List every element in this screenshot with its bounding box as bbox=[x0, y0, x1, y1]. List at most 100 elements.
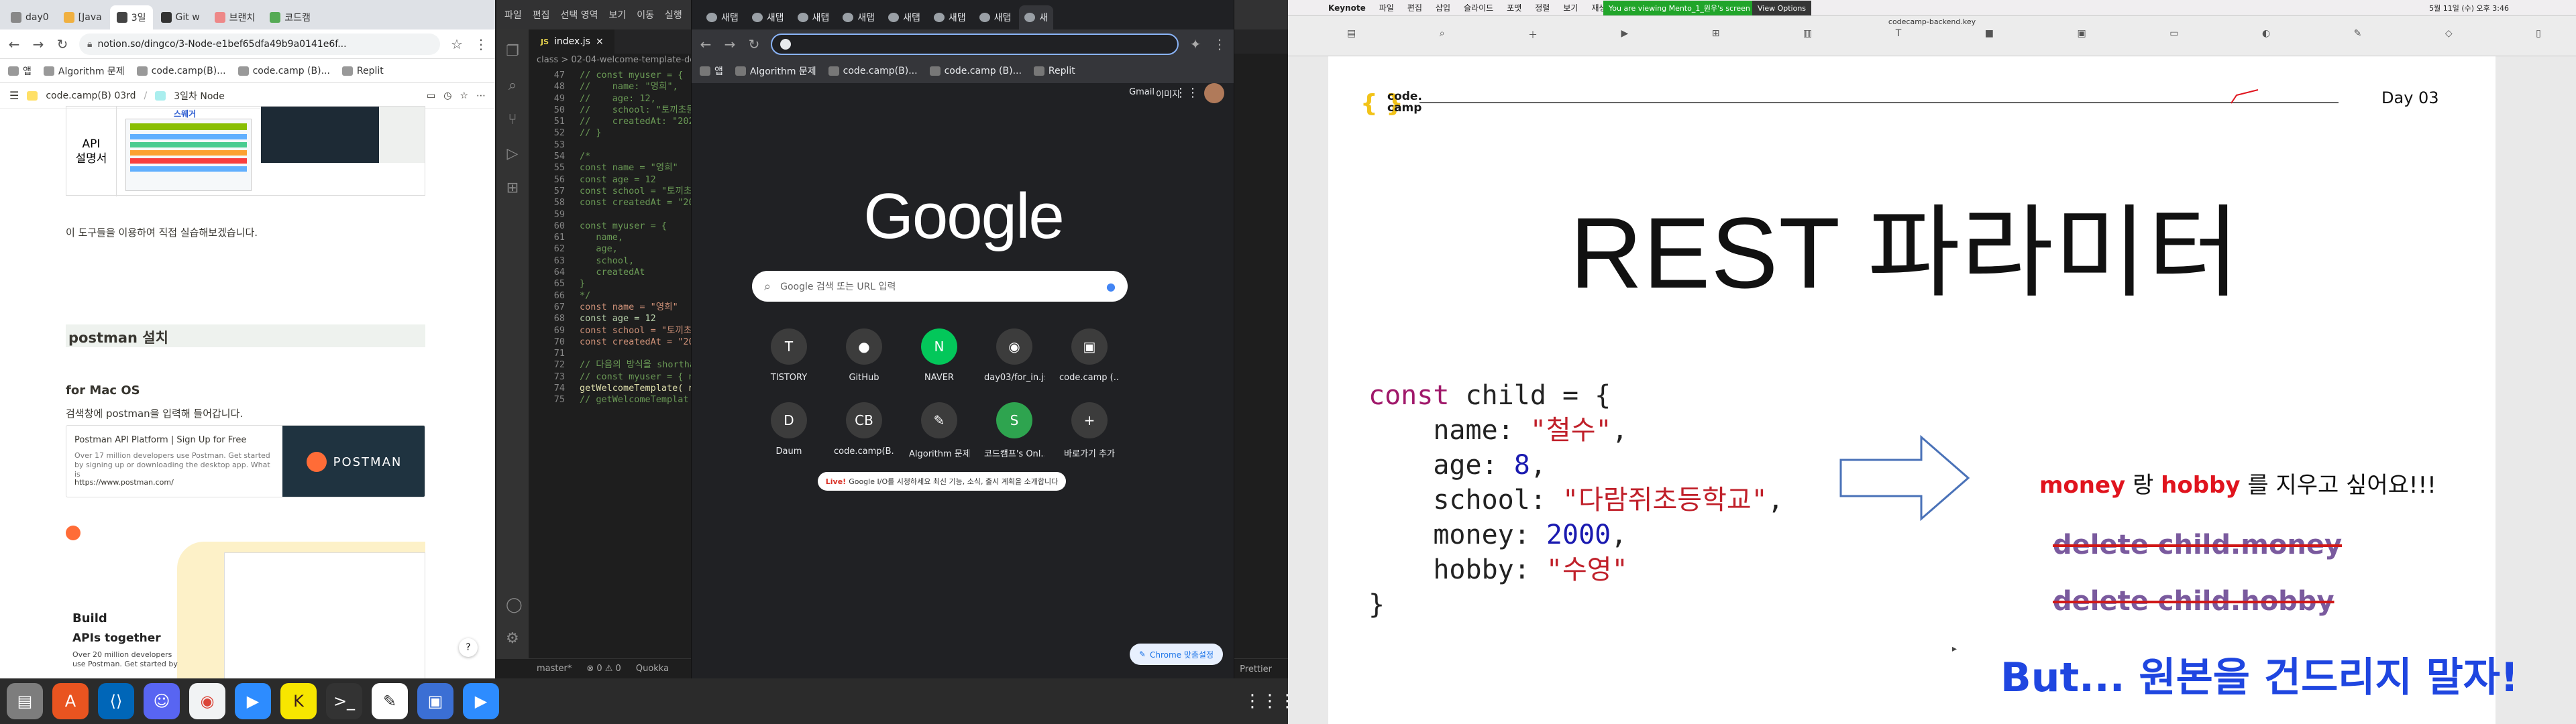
mic-icon[interactable]: ● bbox=[1106, 280, 1116, 293]
browser-tab[interactable]: 코드캠 bbox=[263, 5, 317, 29]
run-icon[interactable]: ▷ bbox=[507, 145, 519, 162]
document-icon[interactable]: ▯ bbox=[2536, 28, 2541, 52]
shortcut-tile[interactable]: N NAVER bbox=[909, 328, 969, 383]
chart-icon[interactable]: ▥ bbox=[1803, 28, 1812, 52]
browser-tab[interactable]: day0 bbox=[4, 5, 56, 29]
play-icon[interactable]: ▶ bbox=[1621, 28, 1629, 52]
menubar-item[interactable]: 삽입 bbox=[1436, 2, 1450, 13]
comment-icon[interactable]: ▭ bbox=[2169, 28, 2178, 52]
explorer-icon[interactable]: ❐ bbox=[506, 43, 519, 60]
collab-icon[interactable]: ◐ bbox=[2262, 28, 2270, 52]
reload-icon[interactable]: ↻ bbox=[55, 36, 70, 52]
browser-tab[interactable]: 새탭 bbox=[701, 5, 744, 29]
problems-status[interactable]: ⊗ 0 ⚠ 0 bbox=[586, 664, 621, 674]
breadcrumb-page[interactable]: 3일차 Node bbox=[174, 89, 225, 103]
code-editor[interactable]: 47 // const myuser = {48 // name: "영희", 49 /… bbox=[530, 70, 717, 406]
url-input[interactable]: 🔒︎ notion.so/dingco/3-Node-e1bef65dfa49b… bbox=[79, 33, 440, 55]
promo-banner[interactable]: Live! Google I/O를 시청하세요 최신 기능, 소식, 출시 계획… bbox=[818, 472, 1066, 491]
menu-icon[interactable]: ⋮ bbox=[474, 36, 488, 52]
comment-icon[interactable]: ▭ bbox=[427, 90, 435, 101]
bookmark-item[interactable]: 앱 bbox=[8, 64, 32, 78]
star-icon[interactable]: ☆ bbox=[449, 36, 464, 52]
format-icon[interactable]: ✎ bbox=[2354, 28, 2362, 52]
browser-tab[interactable]: 새탭 bbox=[928, 5, 971, 29]
shortcut-tile[interactable]: ✎ Algorithm 문제 bbox=[909, 402, 969, 459]
screenshot-icon[interactable]: ▣ bbox=[417, 683, 453, 719]
source-control-icon[interactable]: ⑂ bbox=[508, 111, 517, 128]
kakao-icon[interactable]: K bbox=[280, 683, 317, 719]
shortcut-tile[interactable]: ◉ day03/for_in.js bbox=[984, 328, 1044, 383]
menu-item[interactable]: 편집 bbox=[533, 8, 550, 21]
browser-tab[interactable]: 새 bbox=[1019, 5, 1054, 29]
shortcut-tile[interactable]: D Daum bbox=[759, 402, 819, 457]
tab-index-js[interactable]: JS index.js × bbox=[530, 29, 614, 54]
forward-icon[interactable]: → bbox=[31, 36, 46, 52]
shortcut-tile[interactable]: ▣ code.camp (... bbox=[1059, 328, 1120, 383]
bookmark-item[interactable]: code.camp (B)... bbox=[929, 66, 1022, 76]
browser-tab[interactable]: 새탭 bbox=[837, 5, 880, 29]
browser-tab[interactable]: 새탭 bbox=[747, 5, 790, 29]
shortcut-tile[interactable]: ● GitHub bbox=[834, 328, 894, 383]
bookmark-item[interactable]: 앱 bbox=[700, 64, 723, 78]
prettier-status[interactable]: Prettier bbox=[1240, 664, 1272, 674]
menubar-item[interactable]: 포맷 bbox=[1507, 2, 1521, 13]
zoom-icon[interactable]: ▶ bbox=[235, 683, 271, 719]
menu-item[interactable]: 보기 bbox=[609, 8, 627, 21]
vscode-icon[interactable]: ⟨⟩ bbox=[98, 683, 134, 719]
menubar-item[interactable]: 보기 bbox=[1563, 2, 1578, 13]
shape-icon[interactable]: ■ bbox=[1985, 28, 1994, 52]
menubar-item[interactable]: 슬라이드 bbox=[1464, 2, 1493, 13]
text-icon[interactable]: T bbox=[1896, 28, 1902, 52]
shortcut-tile[interactable]: T TISTORY bbox=[759, 328, 819, 383]
animate-icon[interactable]: ◇ bbox=[2445, 28, 2453, 52]
help-button[interactable]: ? bbox=[459, 638, 478, 657]
bookmark-item[interactable]: code.camp (B)... bbox=[237, 66, 330, 76]
zoom-meeting-icon[interactable]: ▶ bbox=[463, 683, 499, 719]
extensions-icon[interactable]: ⊞ bbox=[506, 180, 519, 196]
menu-item[interactable]: 파일 bbox=[504, 8, 522, 21]
notes-icon[interactable]: ✎ bbox=[372, 683, 408, 719]
add-slide-icon[interactable]: ＋ bbox=[1528, 28, 1538, 52]
more-icon[interactable]: ⋯ bbox=[476, 90, 486, 101]
manage-gear-icon[interactable]: ⚙ bbox=[506, 630, 519, 647]
bookmark-item[interactable]: Algorithm 문제 bbox=[43, 64, 125, 78]
menu-item[interactable]: 선택 영역 bbox=[561, 8, 598, 21]
back-icon[interactable]: ← bbox=[698, 36, 713, 52]
clock-icon[interactable]: ◷ bbox=[443, 90, 451, 101]
view-options-button[interactable]: View Options bbox=[1752, 1, 1812, 15]
avatar[interactable] bbox=[1204, 83, 1224, 103]
bookmark-item[interactable]: Replit bbox=[341, 66, 384, 76]
terminal-icon[interactable]: >_ bbox=[326, 683, 362, 719]
browser-tab[interactable]: 새탭 bbox=[792, 5, 835, 29]
search-icon[interactable]: ⌕ bbox=[508, 77, 517, 94]
forward-icon[interactable]: → bbox=[722, 36, 737, 52]
browser-tab[interactable]: 새탭 bbox=[883, 5, 926, 29]
browser-tab[interactable]: [Java bbox=[57, 5, 109, 29]
apps-grid-icon[interactable]: ⋮⋮ bbox=[1175, 86, 1199, 100]
zoom-icon[interactable]: ⌕ bbox=[1440, 28, 1445, 52]
account-icon[interactable]: ◯ bbox=[506, 597, 523, 613]
google-search-box[interactable]: ⌕ Google 검색 또는 URL 입력 ● bbox=[752, 271, 1128, 302]
quokka-status[interactable]: Quokka bbox=[636, 664, 669, 674]
menubar-item[interactable]: 편집 bbox=[1407, 2, 1422, 13]
branch-status[interactable]: master* bbox=[537, 664, 572, 674]
reload-icon[interactable]: ↻ bbox=[747, 36, 761, 52]
shortcut-tile[interactable]: CB code.camp(B... bbox=[834, 402, 894, 457]
discord-icon[interactable]: ☺ bbox=[144, 683, 180, 719]
back-icon[interactable]: ← bbox=[7, 36, 21, 52]
gmail-link[interactable]: Gmail bbox=[1129, 87, 1155, 97]
chrome-icon[interactable]: ◉ bbox=[189, 683, 225, 719]
browser-tab[interactable]: 새탭 bbox=[974, 5, 1017, 29]
extensions-icon[interactable]: ✦ bbox=[1188, 36, 1203, 52]
bookmark-item[interactable]: code.camp(B)... bbox=[828, 66, 918, 76]
bookmark-item[interactable]: Algorithm 문제 bbox=[735, 64, 816, 78]
media-icon[interactable]: ▣ bbox=[2078, 28, 2086, 52]
menubar-item[interactable]: 파일 bbox=[1379, 2, 1394, 13]
browser-tab[interactable]: 3일 bbox=[109, 5, 153, 29]
close-icon[interactable]: × bbox=[596, 36, 604, 47]
menubar-item[interactable]: 정렬 bbox=[1535, 2, 1550, 13]
shortcut-tile[interactable]: S 코드캠프's Onl... bbox=[984, 402, 1044, 459]
menubar-item[interactable]: Keynote bbox=[1328, 3, 1366, 13]
view-icon[interactable]: ▤ bbox=[1347, 28, 1356, 52]
bookmark-item[interactable]: code.camp(B)... bbox=[136, 66, 226, 76]
